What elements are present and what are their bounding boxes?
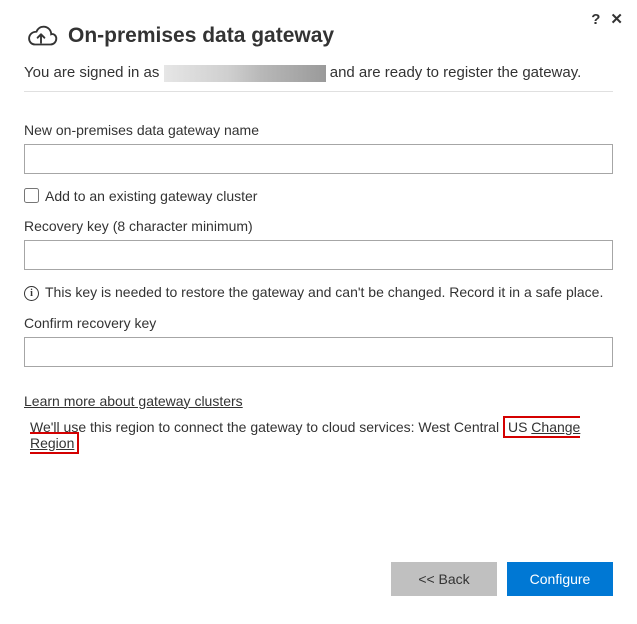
gateway-name-input[interactable] — [24, 144, 613, 174]
region-boxed-text: US — [508, 419, 531, 435]
confirm-key-label: Confirm recovery key — [24, 315, 613, 331]
help-icon[interactable]: ? — [591, 11, 600, 28]
recovery-key-label: Recovery key (8 character minimum) — [24, 218, 613, 234]
close-icon[interactable]: ✕ — [610, 10, 623, 28]
confirm-key-input[interactable] — [24, 337, 613, 367]
header: On-premises data gateway — [24, 22, 613, 50]
page-title: On-premises data gateway — [68, 24, 334, 48]
signin-message: You are signed in as and are ready to re… — [24, 62, 613, 85]
signin-prefix: You are signed in as — [24, 64, 164, 81]
recovery-key-input[interactable] — [24, 240, 613, 270]
add-cluster-checkbox[interactable] — [24, 188, 39, 203]
region-row: We'll use this region to connect the gat… — [24, 419, 613, 451]
divider — [24, 91, 613, 92]
info-icon: i — [24, 286, 39, 301]
recovery-info-text: This key is needed to restore the gatewa… — [45, 284, 603, 300]
cloud-upload-icon — [24, 22, 58, 50]
gateway-name-label: New on-premises data gateway name — [24, 122, 613, 138]
region-text: We'll use this region to connect the gat… — [30, 419, 503, 435]
learn-more-link[interactable]: Learn more about gateway clusters — [24, 393, 243, 409]
configure-button[interactable]: Configure — [507, 562, 613, 596]
add-cluster-label[interactable]: Add to an existing gateway cluster — [45, 188, 257, 204]
redacted-email — [164, 65, 326, 82]
back-button[interactable]: << Back — [391, 562, 497, 596]
signin-suffix: and are ready to register the gateway. — [326, 64, 582, 81]
